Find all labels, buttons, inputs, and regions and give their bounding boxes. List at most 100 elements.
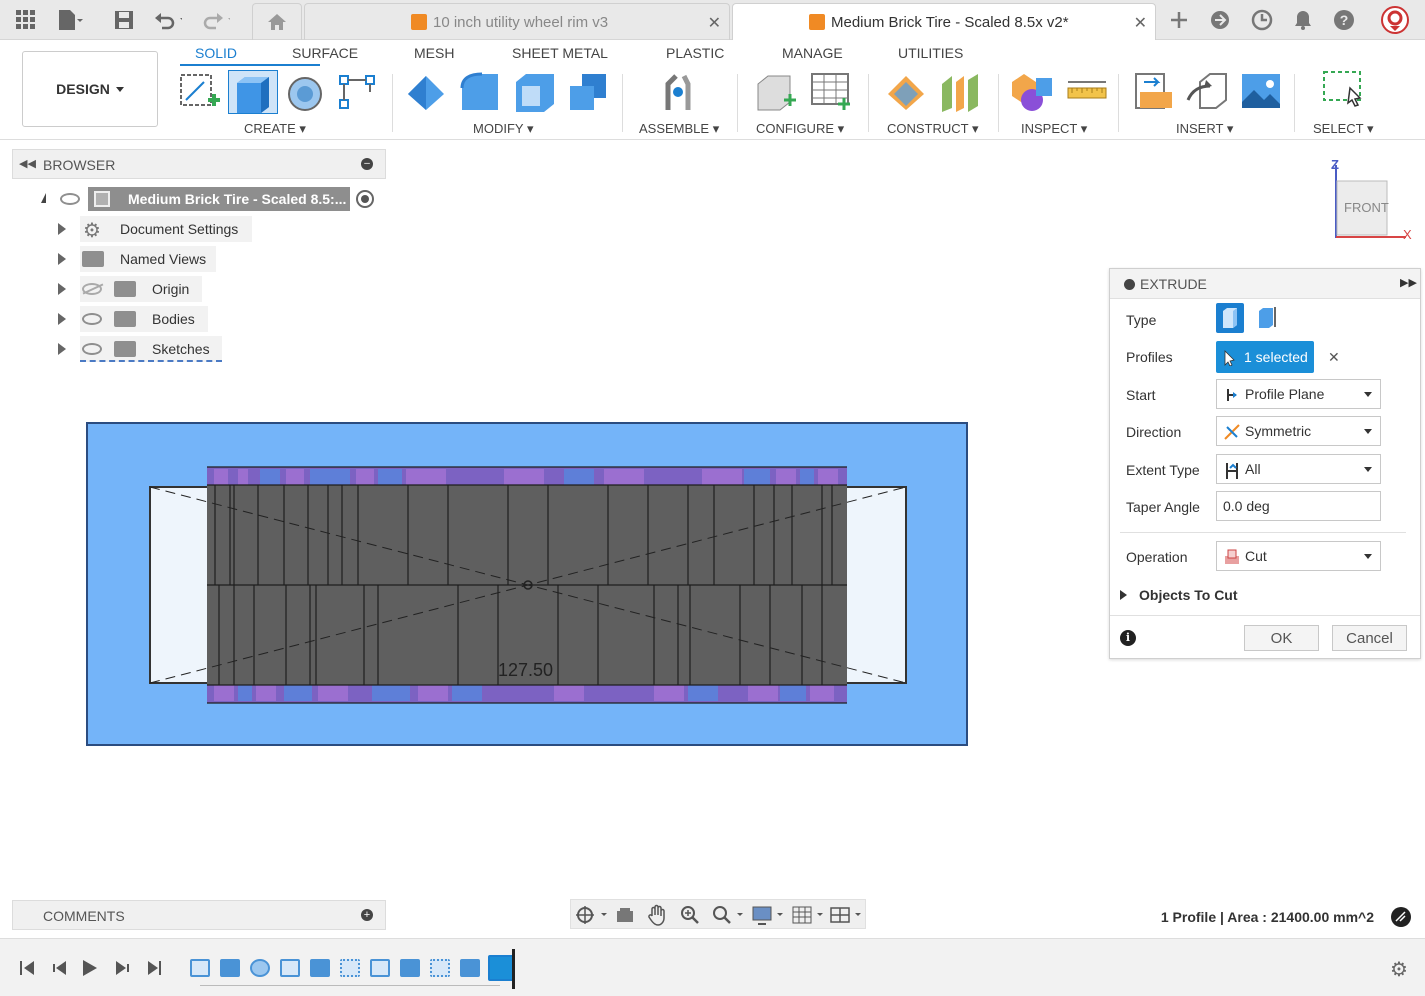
offset-plane-icon[interactable] [884,70,928,114]
objects-to-cut-toggle[interactable]: Objects To Cut [1120,585,1238,605]
first-step-icon[interactable] [18,959,38,977]
type-solid-button[interactable] [1216,303,1244,333]
tab-plastic[interactable]: PLASTIC [666,45,724,61]
tab-mesh[interactable]: MESH [414,45,454,61]
document-tab-active[interactable]: Medium Brick Tire - Scaled 8.5x v2* ✕ [732,3,1156,40]
tab-sheet-metal[interactable]: SHEET METAL [512,45,608,61]
operation-dropdown[interactable]: Cut [1216,541,1381,571]
browser-root-item[interactable]: Medium Brick Tire - Scaled 8.5:... [88,187,350,211]
measure-icon[interactable] [1066,70,1110,114]
visibility-eye-icon[interactable] [60,193,80,205]
profiles-selection-button[interactable]: 1 selected [1216,341,1314,373]
timeline-body-feature[interactable] [460,959,480,977]
extrude-dialog-header[interactable]: EXTRUDE ▶▶ [1110,269,1420,299]
selection-filter-icon[interactable] [1391,907,1411,927]
expand-root-icon[interactable] [36,193,46,203]
cancel-button[interactable]: Cancel [1332,625,1407,651]
comments-panel-header[interactable]: COMMENTS + [12,900,386,930]
apps-grid-icon[interactable] [12,6,40,34]
group-create[interactable]: CREATE ▾ [244,121,306,137]
type-thin-button[interactable] [1252,303,1280,333]
timeline-pattern-feature[interactable] [340,959,360,977]
start-dropdown[interactable]: Profile Plane [1216,379,1381,409]
expand-icon[interactable] [58,223,66,235]
visibility-eye-icon[interactable] [82,343,102,355]
grid-snaps-icon[interactable] [791,904,827,926]
timeline-sketch-feature[interactable] [370,959,390,977]
job-status-icon[interactable] [1248,6,1276,34]
configure-icon[interactable] [754,70,798,114]
expand-icon[interactable] [58,343,66,355]
extrude-preview-body[interactable]: 127.50 [86,422,968,746]
canvas-image-icon[interactable] [1240,70,1284,114]
orbit-icon[interactable] [575,905,609,925]
timeline-sketch-feature[interactable] [190,959,210,977]
expand-dialog-icon[interactable]: ▶▶ [1400,276,1417,289]
new-tab-icon[interactable] [1165,6,1193,34]
browser-item-named-views[interactable]: Named Views [80,246,216,272]
group-modify[interactable]: MODIFY ▾ [473,121,533,137]
pan-hand-icon[interactable] [647,904,667,926]
look-at-icon[interactable] [615,905,635,925]
help-icon[interactable]: ? [1330,6,1358,34]
timeline-active-sketch-feature[interactable] [488,955,514,981]
timeline-revolve-feature[interactable] [250,959,270,977]
insert-svg-icon[interactable] [1132,70,1176,114]
expand-icon[interactable] [58,313,66,325]
create-sketch-icon[interactable] [178,70,222,114]
extent-type-dropdown[interactable]: All [1216,454,1381,484]
expand-icon[interactable] [58,253,66,265]
extensions-icon[interactable] [1206,6,1234,34]
timeline-sketch-feature[interactable] [280,959,300,977]
clear-selection-icon[interactable]: ✕ [1328,349,1340,366]
add-comment-icon[interactable]: + [361,909,373,921]
dimension-label[interactable]: 127.50 [498,660,553,681]
notifications-icon[interactable] [1289,6,1317,34]
undo-icon[interactable] [154,6,182,34]
sketch-pattern-icon[interactable] [336,70,380,114]
shell-icon[interactable] [512,70,556,114]
tab-manage[interactable]: MANAGE [782,45,843,61]
document-tab[interactable]: 10 inch utility wheel rim v3 ✕ [304,3,730,40]
collapse-browser-icon[interactable]: ◀◀ [19,157,36,170]
zoom-icon[interactable] [679,904,701,926]
group-inspect[interactable]: INSPECT ▾ [1021,121,1087,137]
select-icon[interactable] [1322,70,1366,114]
timeline-extrude-feature[interactable] [310,959,330,977]
combine-icon[interactable] [566,70,610,114]
home-tab[interactable] [252,3,302,40]
timeline-pattern-feature[interactable] [430,959,450,977]
browser-item-sketches[interactable]: Sketches [80,336,222,362]
tab-utilities[interactable]: UTILITIES [898,45,963,61]
expand-icon[interactable] [58,283,66,295]
joint-icon[interactable] [658,70,702,114]
last-step-icon[interactable] [144,959,164,977]
timeline-extrude-feature[interactable] [220,959,240,977]
redo-icon[interactable] [202,6,230,34]
close-tab-icon[interactable]: ✕ [708,13,721,33]
display-settings-icon[interactable] [751,904,787,926]
browser-item-origin[interactable]: Origin [80,276,202,302]
group-insert[interactable]: INSERT ▾ [1176,121,1233,137]
close-tab-icon[interactable]: ✕ [1134,13,1147,33]
visibility-eye-icon[interactable] [82,313,102,325]
collapse-dialog-icon[interactable] [1124,279,1135,290]
workspace-switcher[interactable]: DESIGN [22,51,158,127]
view-cube[interactable]: Z X FRONT [1325,155,1415,245]
info-icon[interactable]: i [1120,630,1136,646]
browser-options-icon[interactable]: – [361,158,373,170]
extrude-icon[interactable] [228,70,278,114]
taper-angle-input[interactable] [1216,491,1381,521]
analysis-icon[interactable] [1012,70,1056,114]
configuration-table-icon[interactable] [808,70,852,114]
viewports-icon[interactable] [829,904,865,926]
direction-dropdown[interactable]: Symmetric [1216,416,1381,446]
midplane-icon[interactable] [938,70,982,114]
group-assemble[interactable]: ASSEMBLE ▾ [639,121,719,137]
browser-item-document-settings[interactable]: ⚙ Document Settings [80,216,252,242]
insert-mesh-icon[interactable] [1186,70,1230,114]
zoom-window-icon[interactable] [711,904,747,926]
timeline-marker[interactable] [512,949,515,989]
browser-item-bodies[interactable]: Bodies [80,306,208,332]
timeline-settings-gear-icon[interactable]: ⚙ [1390,957,1408,982]
